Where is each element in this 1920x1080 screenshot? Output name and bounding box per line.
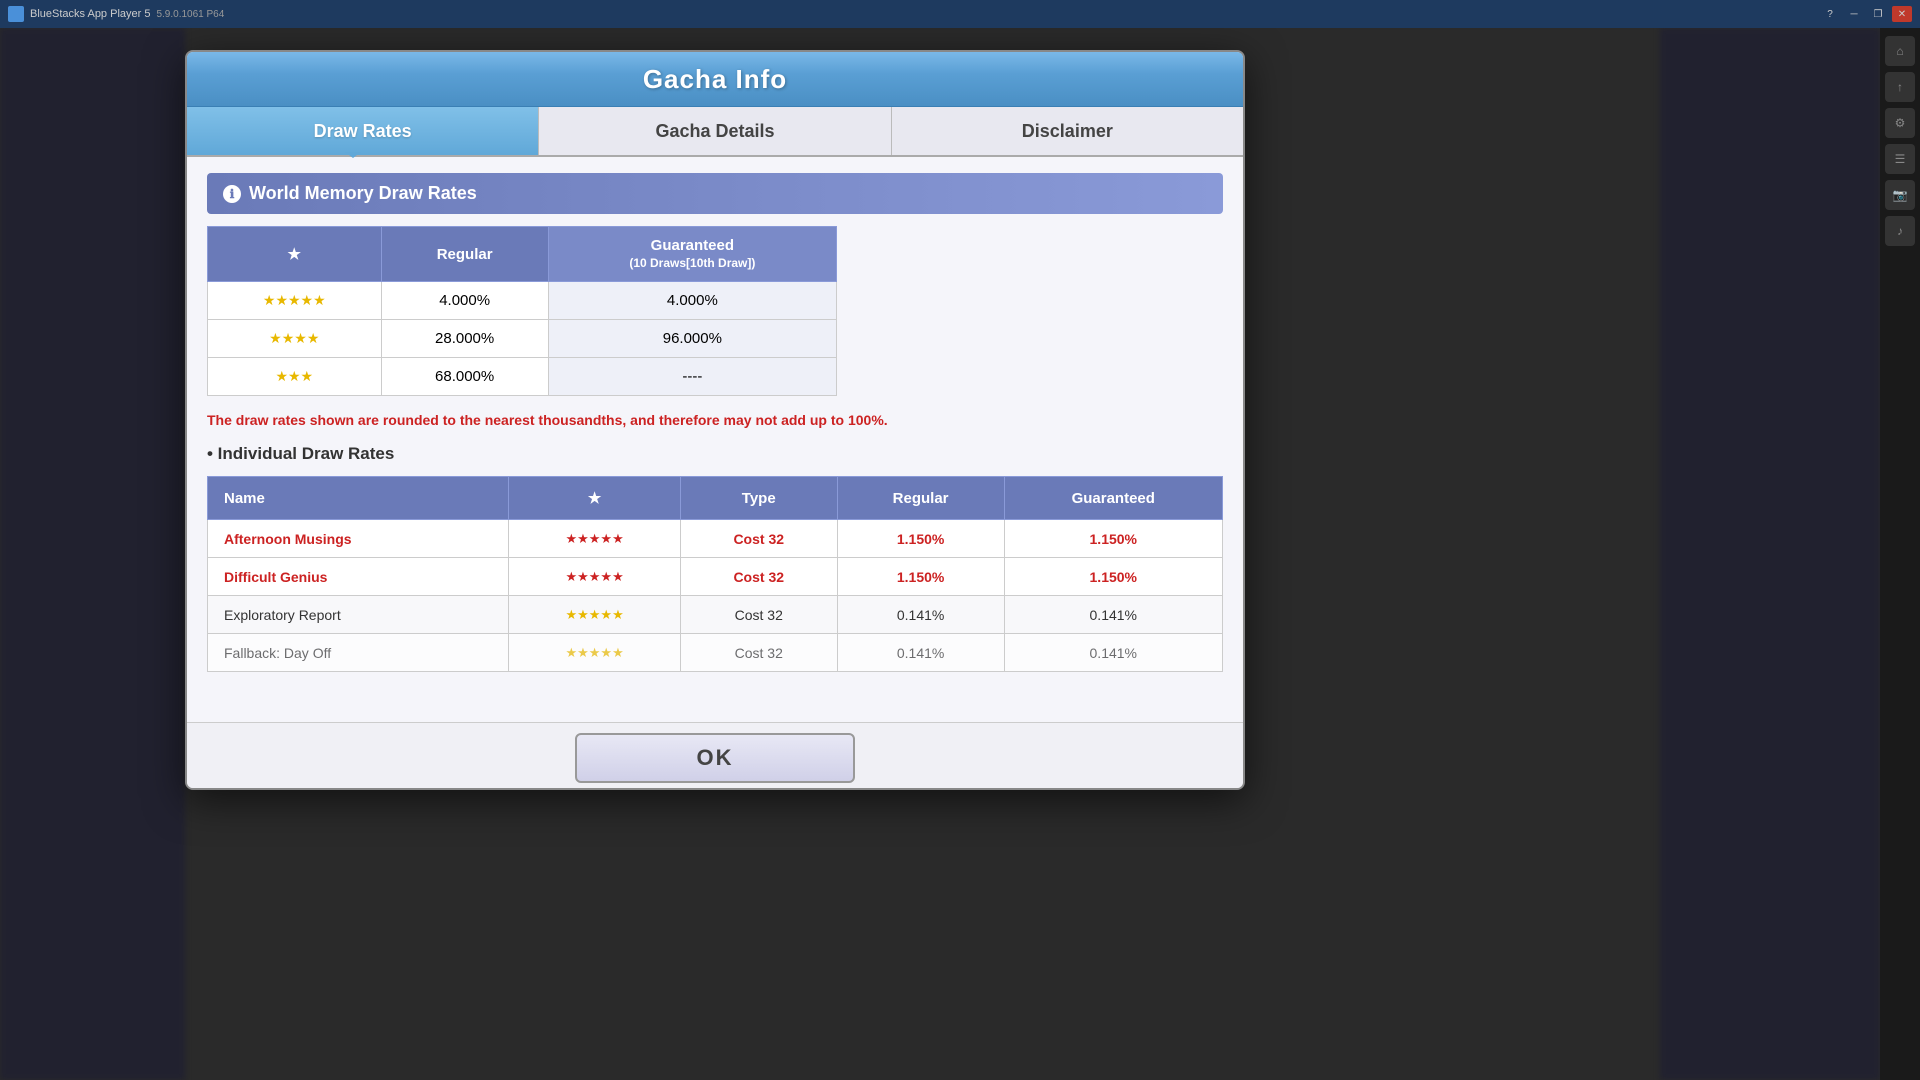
col-regular: Regular [381, 227, 548, 282]
item-guaranteed: 0.141% [1004, 596, 1222, 634]
item-stars: ★★★★★ [509, 520, 680, 558]
sidebar-icon-2[interactable]: ↑ [1885, 72, 1915, 102]
col-star: ★ [509, 477, 680, 520]
regular-cell: 4.000% [381, 282, 548, 320]
tab-bar: Draw Rates Gacha Details Disclaimer [187, 107, 1243, 157]
dialog-content: ℹ World Memory Draw Rates ★ Regular Guar… [187, 157, 1243, 722]
col-name: Name [208, 477, 509, 520]
item-regular: 0.141% [837, 596, 1004, 634]
restore-button[interactable]: ❐ [1868, 6, 1888, 22]
item-stars: ★★★★★ [509, 558, 680, 596]
close-button[interactable]: ✕ [1892, 6, 1912, 22]
item-type: Cost 32 [680, 520, 837, 558]
right-background [1660, 28, 1880, 1080]
item-guaranteed: 0.141% [1004, 634, 1222, 672]
rates-table: ★ Regular Guaranteed (10 Draws[10th Draw… [207, 226, 837, 396]
gacha-info-dialog: Gacha Info Draw Rates Gacha Details Disc… [185, 50, 1245, 790]
ok-button[interactable]: OK [575, 733, 855, 783]
col-guaranteed: Guaranteed (10 Draws[10th Draw]) [548, 227, 836, 282]
tab-draw-rates[interactable]: Draw Rates [187, 107, 539, 155]
tab-gacha-details[interactable]: Gacha Details [539, 107, 891, 155]
list-item: Fallback: Day Off ★★★★★ Cost 32 0.141% 0… [208, 634, 1223, 672]
guaranteed-cell: 96.000% [548, 320, 836, 358]
item-regular: 1.150% [837, 520, 1004, 558]
item-type: Cost 32 [680, 596, 837, 634]
sidebar-icon-5[interactable]: 📷 [1885, 180, 1915, 210]
dialog-title: Gacha Info [643, 64, 787, 95]
table-row: ★★★★★ 4.000% 4.000% [208, 282, 837, 320]
taskbar-version: 5.9.0.1061 P64 [156, 9, 224, 20]
individual-draw-rates-header: • Individual Draw Rates [207, 444, 1223, 464]
individual-rates-table: Name ★ Type Regular Guaranteed Afternoon… [207, 476, 1223, 672]
item-stars: ★★★★★ [509, 596, 680, 634]
regular-cell: 68.000% [381, 358, 548, 396]
list-item: Afternoon Musings ★★★★★ Cost 32 1.150% 1… [208, 520, 1223, 558]
taskbar-title: BlueStacks App Player 5 [30, 8, 150, 20]
stars-cell: ★★★★★ [208, 282, 382, 320]
dialog-footer: OK [187, 722, 1243, 790]
regular-cell: 28.000% [381, 320, 548, 358]
sidebar-icon-6[interactable]: ♪ [1885, 216, 1915, 246]
item-guaranteed: 1.150% [1004, 558, 1222, 596]
right-sidebar: ⌂ ↑ ⚙ ☰ 📷 ♪ [1880, 28, 1920, 1080]
item-type: Cost 32 [680, 558, 837, 596]
item-stars: ★★★★★ [509, 634, 680, 672]
item-name: Fallback: Day Off [208, 634, 509, 672]
col-regular: Regular [837, 477, 1004, 520]
col-guaranteed: Guaranteed [1004, 477, 1222, 520]
list-item: Difficult Genius ★★★★★ Cost 32 1.150% 1.… [208, 558, 1223, 596]
left-background [0, 28, 185, 1080]
info-icon: ℹ [223, 185, 241, 203]
table-row: ★★★★ 28.000% 96.000% [208, 320, 837, 358]
app-logo [8, 6, 24, 22]
item-regular: 0.141% [837, 634, 1004, 672]
warning-text: The draw rates shown are rounded to the … [207, 412, 1223, 428]
stars-cell: ★★★★ [208, 320, 382, 358]
dialog-header: Gacha Info [187, 52, 1243, 107]
table-row: ★★★ 68.000% ---- [208, 358, 837, 396]
item-type: Cost 32 [680, 634, 837, 672]
guaranteed-cell: ---- [548, 358, 836, 396]
stars-cell: ★★★ [208, 358, 382, 396]
taskbar: BlueStacks App Player 5 5.9.0.1061 P64 ?… [0, 0, 1920, 28]
section-header: ℹ World Memory Draw Rates [207, 173, 1223, 214]
item-name: Difficult Genius [208, 558, 509, 596]
sidebar-icon-1[interactable]: ⌂ [1885, 36, 1915, 66]
window-controls: ? ─ ❐ ✕ [1820, 6, 1912, 22]
item-guaranteed: 1.150% [1004, 520, 1222, 558]
help-button[interactable]: ? [1820, 6, 1840, 22]
item-name: Exploratory Report [208, 596, 509, 634]
guaranteed-cell: 4.000% [548, 282, 836, 320]
section-title: World Memory Draw Rates [249, 183, 477, 204]
list-item: Exploratory Report ★★★★★ Cost 32 0.141% … [208, 596, 1223, 634]
item-regular: 1.150% [837, 558, 1004, 596]
col-star: ★ [208, 227, 382, 282]
sidebar-icon-3[interactable]: ⚙ [1885, 108, 1915, 138]
tab-disclaimer[interactable]: Disclaimer [892, 107, 1243, 155]
col-type: Type [680, 477, 837, 520]
minimize-button[interactable]: ─ [1844, 6, 1864, 22]
item-name: Afternoon Musings [208, 520, 509, 558]
sidebar-icon-4[interactable]: ☰ [1885, 144, 1915, 174]
